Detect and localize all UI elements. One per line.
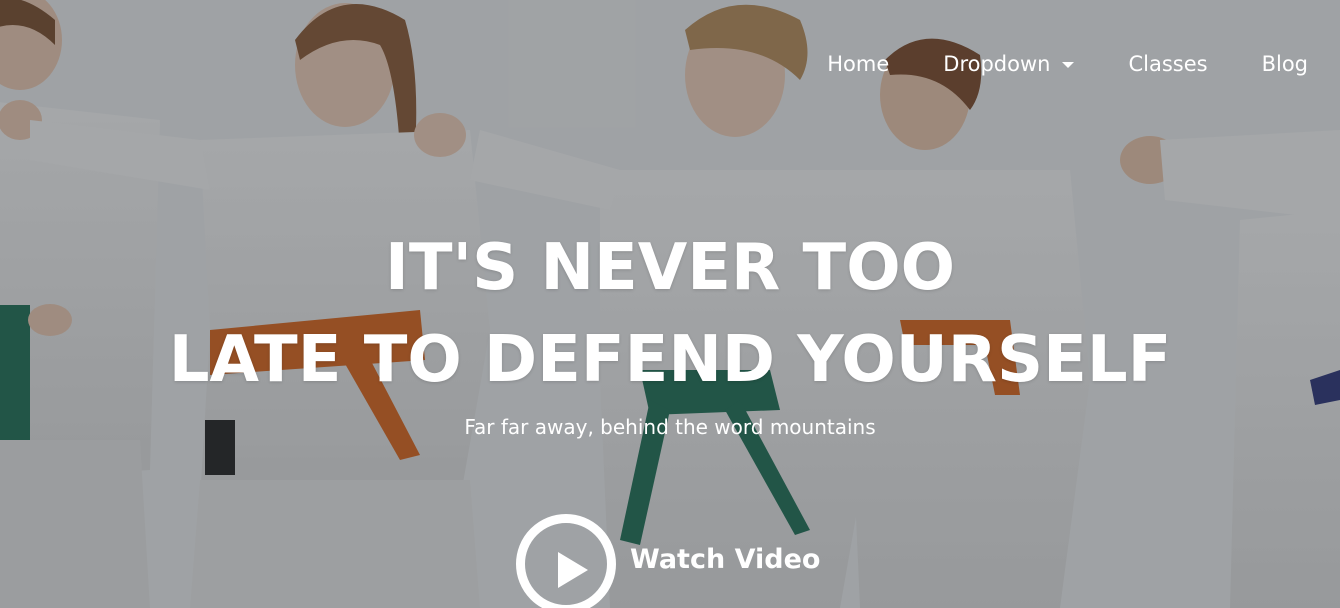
nav-item-label: Home <box>827 52 890 76</box>
nav-item-label: Classes <box>1128 52 1208 76</box>
hero-headline: IT'S NEVER TOO LATE TO DEFEND YOURSELF <box>0 222 1340 406</box>
hero-subtitle: Far far away, behind the word mountains <box>464 415 876 439</box>
main-nav: Home Dropdown Classes Blog <box>800 52 1308 76</box>
nav-item-classes[interactable]: Classes <box>1101 52 1234 76</box>
hero-section: Home Dropdown Classes Blog IT'S NEVER TO… <box>0 0 1340 608</box>
nav-item-label: Blog <box>1261 52 1308 76</box>
play-icon[interactable] <box>516 514 616 608</box>
caret-down-icon <box>1062 62 1075 68</box>
headline-line-1: IT'S NEVER TOO <box>385 231 955 305</box>
headline-line-2: LATE TO DEFEND YOURSELF <box>168 323 1172 397</box>
nav-item-home[interactable]: Home <box>800 52 916 76</box>
watch-video-label: Watch Video <box>630 543 821 575</box>
nav-item-dropdown[interactable]: Dropdown <box>916 52 1101 76</box>
nav-item-blog[interactable]: Blog <box>1235 52 1308 76</box>
nav-item-label: Dropdown <box>943 52 1051 76</box>
watch-video-button[interactable]: Watch Video <box>516 514 820 608</box>
